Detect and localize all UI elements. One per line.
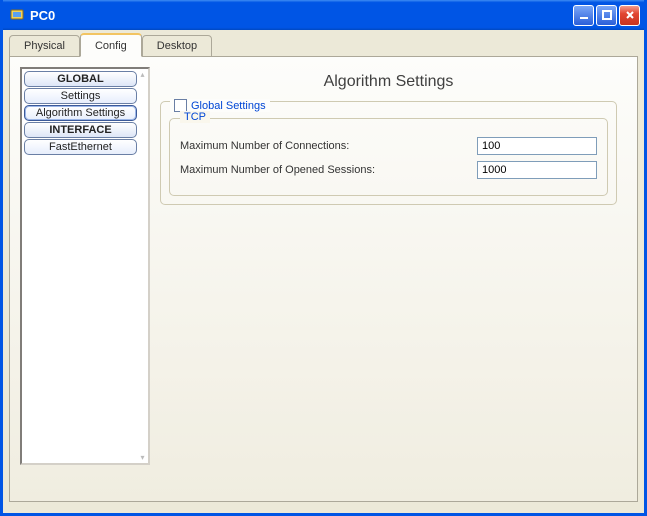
close-button[interactable] xyxy=(619,5,640,26)
max-sessions-input[interactable] xyxy=(477,161,597,179)
global-settings-group: Global Settings TCP Maximum Number of Co… xyxy=(160,101,617,205)
tab-config[interactable]: Config xyxy=(80,33,142,57)
window-title: PC0 xyxy=(30,8,573,23)
tab-physical[interactable]: Physical xyxy=(9,35,80,57)
tcp-group: TCP Maximum Number of Connections: Maxim… xyxy=(169,118,608,196)
client-area: Physical Config Desktop GLOBAL Settings … xyxy=(3,30,644,508)
sidebar-item-algorithm-settings[interactable]: Algorithm Settings xyxy=(24,105,137,121)
app-icon xyxy=(9,7,25,23)
scroll-down-icon[interactable]: ▾ xyxy=(140,453,144,462)
app-window: PC0 Physical Config Desktop GLOBAL Setti… xyxy=(0,0,647,516)
titlebar[interactable]: PC0 xyxy=(3,0,644,30)
sidebar-scrollbar[interactable]: ▴ ▾ xyxy=(138,70,147,462)
main-area: Algorithm Settings Global Settings TCP M… xyxy=(150,67,627,491)
sidebar-header-interface[interactable]: INTERFACE xyxy=(24,122,137,138)
sidebar: GLOBAL Settings Algorithm Settings INTER… xyxy=(20,67,150,465)
tab-page: GLOBAL Settings Algorithm Settings INTER… xyxy=(9,56,638,502)
tcp-legend: TCP xyxy=(180,111,210,123)
sidebar-item-fastethernet[interactable]: FastEthernet xyxy=(24,139,137,155)
window-buttons xyxy=(573,5,640,26)
sidebar-header-global[interactable]: GLOBAL xyxy=(24,71,137,87)
maximize-button[interactable] xyxy=(596,5,617,26)
minimize-button[interactable] xyxy=(573,5,594,26)
max-conn-input[interactable] xyxy=(477,137,597,155)
max-sessions-label: Maximum Number of Opened Sessions: xyxy=(180,164,477,176)
sidebar-item-settings[interactable]: Settings xyxy=(24,88,137,104)
max-conn-label: Maximum Number of Connections: xyxy=(180,140,477,152)
scroll-up-icon[interactable]: ▴ xyxy=(140,70,144,79)
tabstrip: Physical Config Desktop xyxy=(9,32,638,56)
page-title: Algorithm Settings xyxy=(160,73,617,91)
tab-desktop[interactable]: Desktop xyxy=(142,35,212,57)
global-settings-label: Global Settings xyxy=(191,100,266,112)
